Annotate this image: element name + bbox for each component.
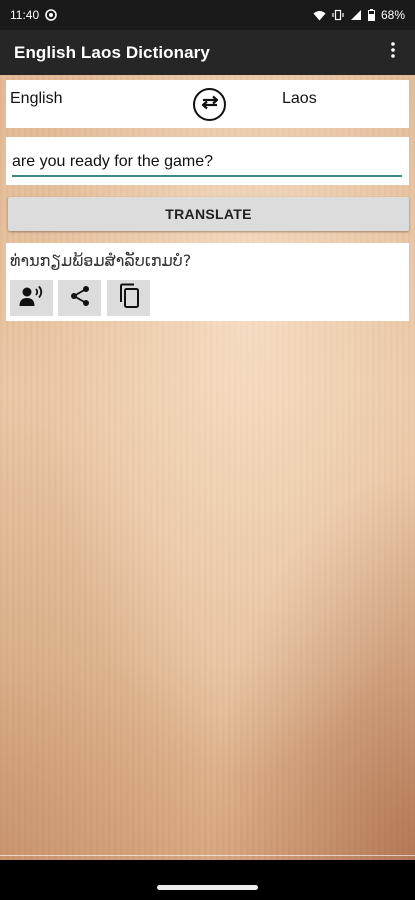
home-gesture-bar[interactable] <box>157 885 258 890</box>
share-icon <box>69 285 91 312</box>
more-options-button[interactable] <box>381 38 405 68</box>
status-left: 11:40 <box>10 8 57 22</box>
source-text-input[interactable] <box>12 149 402 177</box>
wifi-icon <box>313 10 326 21</box>
status-time: 11:40 <box>10 8 40 22</box>
language-selector-card: English Laos <box>6 80 409 128</box>
swap-languages-button[interactable] <box>193 88 226 121</box>
signal-icon <box>350 9 362 21</box>
status-right: 68% <box>313 8 405 22</box>
battery-icon <box>367 9 375 21</box>
result-card: ທ່ານກຽມພ້ອມສໍາລັບເກມບໍ? <box>6 243 409 321</box>
speak-button[interactable] <box>10 280 53 316</box>
copy-icon <box>118 283 140 314</box>
share-button[interactable] <box>58 280 101 316</box>
app-title: English Laos Dictionary <box>14 42 210 62</box>
copy-button[interactable] <box>107 280 150 316</box>
speak-icon <box>19 285 45 312</box>
translation-result: ທ່ານກຽມພ້ອມສໍາລັບເກມບໍ? <box>10 251 192 270</box>
main-content: English Laos TRANSLATE ທ່ານກຽມພ້ອມສໍາລັບ… <box>0 75 415 860</box>
status-bar: 11:40 68% <box>0 0 415 30</box>
vibrate-icon <box>332 9 344 21</box>
navigation-bar <box>0 860 415 900</box>
app-bar: English Laos Dictionary <box>0 30 415 75</box>
source-language[interactable]: English <box>10 90 62 108</box>
input-card <box>6 137 409 185</box>
swap-icon <box>200 94 220 115</box>
more-vert-icon <box>391 42 395 63</box>
battery-level: 68% <box>380 8 405 22</box>
target-language[interactable]: Laos <box>282 90 317 108</box>
translate-button[interactable]: TRANSLATE <box>8 197 409 231</box>
message-circle-icon <box>45 9 57 21</box>
